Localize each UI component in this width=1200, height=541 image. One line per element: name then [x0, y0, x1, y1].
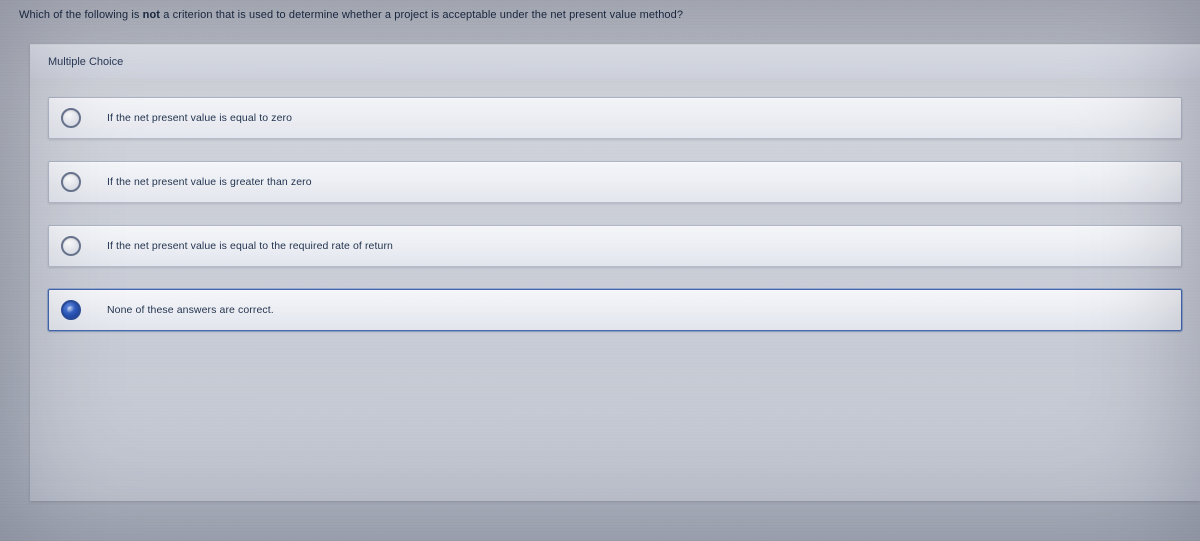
option-row-2[interactable]: If the net present value is greater than… [48, 161, 1182, 203]
question-emphasis: not [143, 9, 160, 21]
radio-icon[interactable] [61, 108, 81, 128]
option-row-1[interactable]: If the net present value is equal to zer… [48, 97, 1182, 139]
question-text: Which of the following is not a criterio… [15, 3, 1200, 27]
option-label: None of these answers are correct. [107, 304, 274, 316]
option-row-3[interactable]: If the net present value is equal to the… [48, 225, 1182, 267]
question-prefix: Which of the following is [19, 9, 143, 21]
option-label: If the net present value is greater than… [107, 176, 312, 188]
question-suffix: a criterion that is used to determine wh… [160, 9, 683, 21]
section-title: Multiple Choice [30, 45, 1200, 79]
radio-icon[interactable] [61, 236, 81, 256]
option-label: If the net present value is equal to the… [107, 240, 393, 252]
options-list: If the net present value is equal to zer… [30, 79, 1200, 341]
option-row-4[interactable]: None of these answers are correct. [48, 289, 1182, 331]
option-label: If the net present value is equal to zer… [107, 112, 292, 124]
radio-icon[interactable] [61, 300, 81, 320]
radio-icon[interactable] [61, 172, 81, 192]
answer-panel: Multiple Choice If the net present value… [30, 44, 1200, 501]
